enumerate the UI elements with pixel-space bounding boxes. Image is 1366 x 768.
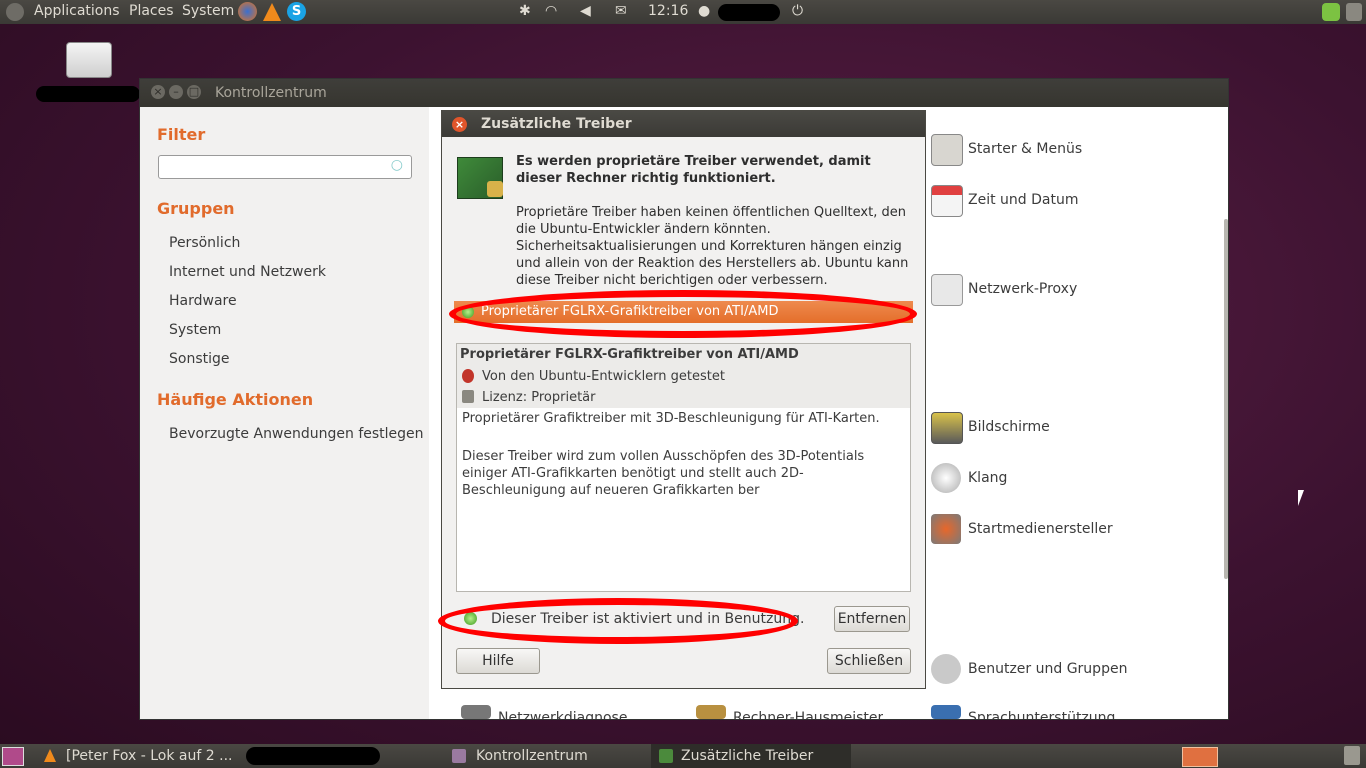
window-title: Kontrollzentrum xyxy=(215,85,327,101)
redacted-drive-label xyxy=(36,86,140,102)
top-panel: Applications Places System S ✱ ◠ ◀ ✉ 12:… xyxy=(0,0,1366,24)
item-network-proxy[interactable]: Netzwerk-Proxy xyxy=(968,281,1077,297)
skype-icon[interactable]: S xyxy=(287,2,306,21)
help-button[interactable]: Hilfe xyxy=(456,648,540,674)
show-desktop-icon[interactable] xyxy=(2,747,24,766)
actions-heading: Häufige Aktionen xyxy=(157,390,314,409)
window-titlebar[interactable]: × – □ Kontrollzentrum xyxy=(140,79,1228,107)
highlight-status xyxy=(438,598,798,644)
group-sonstige[interactable]: Sonstige xyxy=(169,351,230,367)
remove-button[interactable]: Entfernen xyxy=(834,606,910,632)
task-vlc-label: [Peter Fox - Lok auf 2 ... xyxy=(66,748,233,764)
description-long: Dieser Treiber wird zum vollen Ausschöpf… xyxy=(462,449,865,498)
filter-heading: Filter xyxy=(157,125,206,144)
close-button[interactable]: Schließen xyxy=(827,648,911,674)
applications-menu[interactable]: Applications xyxy=(34,3,120,19)
starter-menu-icon xyxy=(931,134,963,166)
volume-icon[interactable]: ◀ xyxy=(580,3,591,19)
tested-label: Von den Ubuntu-Entwicklern getestet xyxy=(482,369,725,384)
workspace-switcher[interactable] xyxy=(1182,747,1218,767)
item-sound[interactable]: Klang xyxy=(968,470,1007,486)
maximize-icon[interactable]: □ xyxy=(187,85,201,99)
item-network-diagnosis[interactable]: Netzwerkdiagnose xyxy=(498,710,627,719)
lock-icon xyxy=(487,181,503,197)
action-preferred-apps[interactable]: Bevorzugte Anwendungen festlegen xyxy=(169,426,424,442)
clock[interactable]: 12:16 xyxy=(648,3,688,19)
mouse-pointer-icon xyxy=(1298,490,1304,506)
dialog-titlebar[interactable]: × Zusätzliche Treiber xyxy=(442,111,925,137)
trash-icon[interactable] xyxy=(1344,746,1360,765)
places-menu[interactable]: Places xyxy=(129,3,174,19)
license-lock-icon xyxy=(462,390,474,403)
system-menu[interactable]: System xyxy=(182,3,234,19)
bluetooth-icon[interactable]: ✱ xyxy=(519,3,531,19)
firefox-icon[interactable] xyxy=(238,2,257,21)
close-icon[interactable]: × xyxy=(151,85,165,99)
network-proxy-icon xyxy=(931,274,963,306)
task-additional-drivers[interactable]: Zusätzliche Treiber xyxy=(651,744,851,768)
description-short: Proprietärer Grafiktreiber mit 3D-Beschl… xyxy=(462,411,880,426)
task-control-center-label: Kontrollzentrum xyxy=(476,748,588,764)
highlight-driver-row xyxy=(449,290,917,338)
dialog-body: Proprietäre Treiber haben keinen öffentl… xyxy=(516,205,909,288)
sound-icon xyxy=(931,463,961,493)
drivers-task-icon xyxy=(659,749,673,763)
certified-seal-icon xyxy=(462,369,474,383)
users-groups-icon xyxy=(931,654,961,684)
vlc-icon[interactable] xyxy=(263,3,281,21)
details-header: Proprietärer FGLRX-Grafiktreiber von ATI… xyxy=(457,344,910,408)
group-hardware[interactable]: Hardware xyxy=(169,293,237,309)
item-language-support[interactable]: Sprachunterstützung xyxy=(968,710,1115,719)
task-vlc[interactable]: [Peter Fox - Lok auf 2 ... xyxy=(36,744,236,768)
janitor-icon xyxy=(696,705,726,719)
dialog-headline: Es werden proprietäre Treiber verwendet,… xyxy=(516,154,871,186)
redacted-task xyxy=(246,747,380,765)
search-icon: ○ xyxy=(390,157,403,173)
filter-input[interactable]: ○ xyxy=(158,155,412,179)
redacted-username xyxy=(718,4,780,21)
item-startup-disk-creator[interactable]: Startmedienersteller xyxy=(968,521,1113,537)
groups-heading: Gruppen xyxy=(157,199,235,218)
language-support-icon xyxy=(931,705,961,719)
item-users-groups[interactable]: Benutzer und Gruppen xyxy=(968,661,1127,677)
network-diagnosis-icon xyxy=(461,705,491,719)
calendar-clock-icon xyxy=(931,185,963,217)
mail-icon[interactable]: ✉ xyxy=(615,3,627,19)
license-label: Lizenz: Proprietär xyxy=(482,390,596,405)
task-control-center[interactable]: Kontrollzentrum xyxy=(444,744,644,768)
driver-details-panel: Proprietärer FGLRX-Grafiktreiber von ATI… xyxy=(456,343,911,592)
ubuntu-logo-icon[interactable] xyxy=(6,3,24,21)
item-displays[interactable]: Bildschirme xyxy=(968,419,1050,435)
wifi-icon[interactable]: ◠ xyxy=(545,3,557,19)
group-internet[interactable]: Internet und Netzwerk xyxy=(169,264,326,280)
startup-disk-icon xyxy=(931,514,961,544)
vlc-task-icon xyxy=(44,749,56,762)
dialog-title: Zusätzliche Treiber xyxy=(481,116,632,132)
item-janitor[interactable]: Rechner-Hausmeister xyxy=(733,710,883,719)
chat-icon[interactable]: ● xyxy=(698,3,710,19)
update-shield-icon[interactable] xyxy=(1322,3,1340,21)
sidebar: Filter ○ Gruppen Persönlich Internet und… xyxy=(140,107,428,719)
group-system[interactable]: System xyxy=(169,322,221,338)
display-icon xyxy=(931,412,963,444)
power-icon[interactable]: ⏻ xyxy=(792,3,803,19)
task-additional-drivers-label: Zusätzliche Treiber xyxy=(681,748,814,764)
item-starter-menus[interactable]: Starter & Menüs xyxy=(968,141,1082,157)
item-time-date[interactable]: Zeit und Datum xyxy=(968,192,1078,208)
details-title: Proprietärer FGLRX-Grafiktreiber von ATI… xyxy=(460,347,799,362)
trash-panel-icon[interactable] xyxy=(1346,3,1362,21)
close-icon[interactable]: × xyxy=(452,117,467,132)
usb-drive-icon[interactable] xyxy=(66,42,112,78)
minimize-icon[interactable]: – xyxy=(169,85,183,99)
control-center-task-icon xyxy=(452,749,466,763)
group-persoenlich[interactable]: Persönlich xyxy=(169,235,240,251)
scrollbar[interactable] xyxy=(1224,219,1228,579)
bottom-panel: [Peter Fox - Lok auf 2 ... Kontrollzentr… xyxy=(0,744,1366,768)
